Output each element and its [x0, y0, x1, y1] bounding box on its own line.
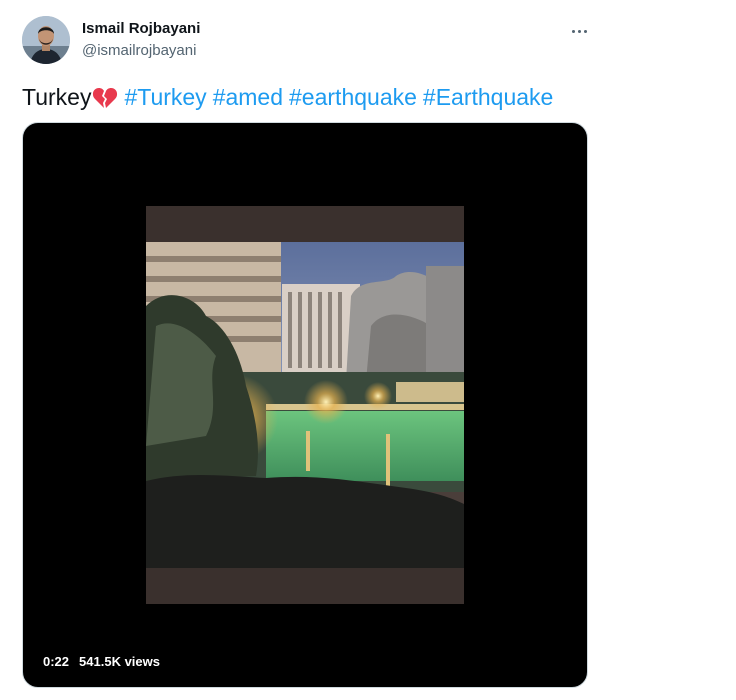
video-frame [146, 206, 464, 604]
avatar-image [22, 16, 70, 64]
hashtag-amed[interactable]: #amed [213, 84, 283, 110]
ellipsis-icon [571, 29, 575, 33]
author-avatar[interactable] [22, 16, 70, 64]
video-duration: 0:22 [43, 654, 70, 669]
tweet-text: Turkey #Turkey #amed #earthquake #Earthquak… [22, 83, 559, 116]
tweet-text-body: Turkey [22, 84, 92, 110]
video-meta: 0:22 541.5K views [39, 652, 164, 671]
video-views: 541.5K views [79, 654, 160, 669]
hashtag-earthquake-cap[interactable]: #Earthquake [423, 84, 553, 110]
hashtag-turkey[interactable]: #Turkey [124, 84, 206, 110]
broken-heart-icon [92, 86, 118, 116]
more-options-button[interactable] [566, 20, 592, 42]
author-handle[interactable]: @ismailrojbayani [82, 42, 196, 59]
tweet-card[interactable]: Ismail Rojbayani @ismailrojbayani Turkey… [0, 0, 600, 700]
hashtag-earthquake[interactable]: #earthquake [289, 84, 417, 110]
author-name[interactable]: Ismail Rojbayani [82, 20, 200, 37]
video-player[interactable]: 0:22 541.5K views [22, 122, 588, 688]
